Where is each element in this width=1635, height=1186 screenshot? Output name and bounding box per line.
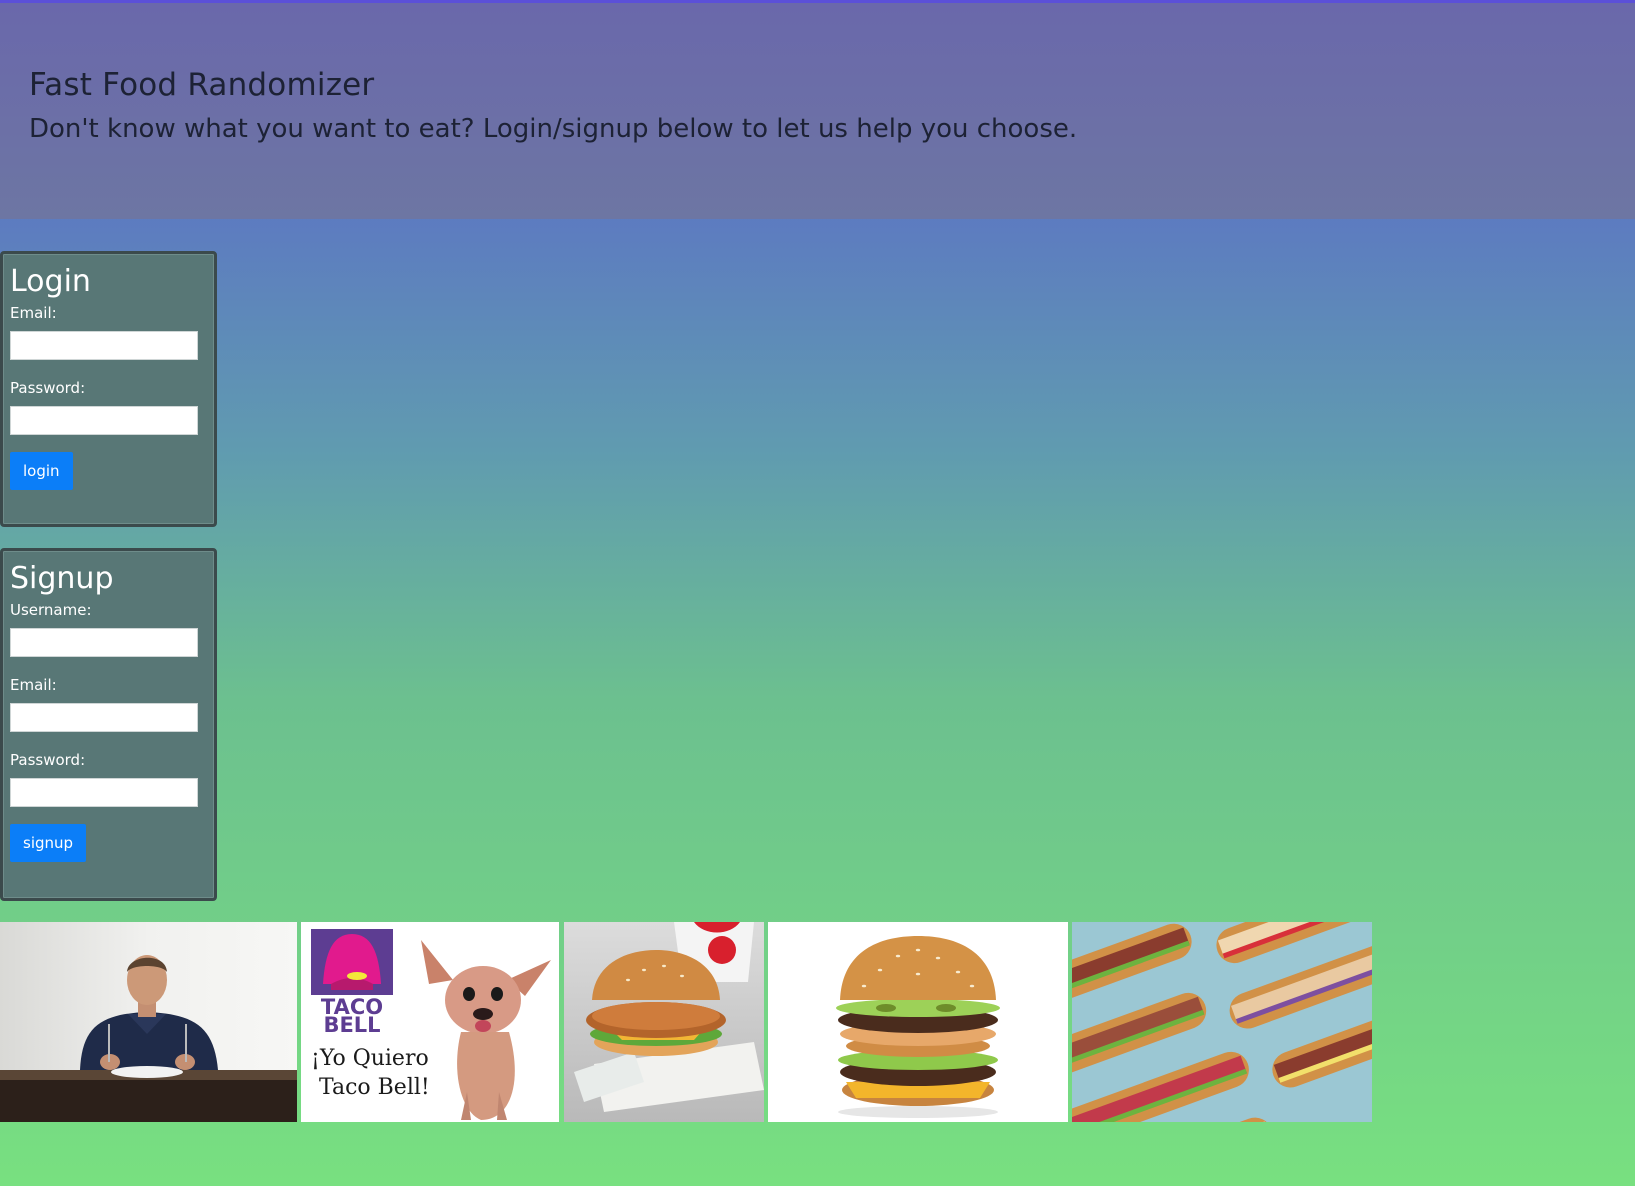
login-form: Login Email: Password: login xyxy=(0,251,217,527)
signup-heading: Signup xyxy=(10,561,114,596)
login-password-input[interactable] xyxy=(10,406,198,435)
signup-button[interactable]: signup xyxy=(10,824,87,862)
signup-username-label: Username: xyxy=(10,601,92,619)
signup-password-input[interactable] xyxy=(10,778,198,807)
login-button[interactable]: login xyxy=(10,452,73,490)
big-mac-photo xyxy=(768,922,1068,1122)
signup-username-input[interactable] xyxy=(10,628,198,657)
taco-bell-slogan-line1: ¡Yo Quiero xyxy=(311,1046,429,1071)
signup-email-label: Email: xyxy=(10,676,57,694)
hungry-man-photo xyxy=(0,922,297,1122)
signup-form: Signup Username: Email: Password: signup xyxy=(0,548,217,901)
signup-email-input[interactable] xyxy=(10,703,198,732)
chicken-sandwich-photo xyxy=(564,922,764,1122)
page-header: Fast Food Randomizer Don't know what you… xyxy=(0,3,1635,219)
login-heading: Login xyxy=(10,264,91,299)
login-email-label: Email: xyxy=(10,304,57,322)
login-password-label: Password: xyxy=(10,379,86,397)
signup-password-label: Password: xyxy=(10,751,86,769)
subway-sandwiches-photo xyxy=(1072,922,1372,1122)
taco-bell-slogan-line2: Taco Bell! xyxy=(319,1075,430,1100)
taco-bell-ad-photo: TACO BELL ¡Yo Quiero Taco Bell! xyxy=(301,922,559,1122)
page-subtitle: Don't know what you want to eat? Login/s… xyxy=(29,114,1078,144)
login-email-input[interactable] xyxy=(10,331,198,360)
page-title: Fast Food Randomizer xyxy=(29,67,375,103)
taco-bell-logo-line2: BELL xyxy=(323,1013,380,1037)
